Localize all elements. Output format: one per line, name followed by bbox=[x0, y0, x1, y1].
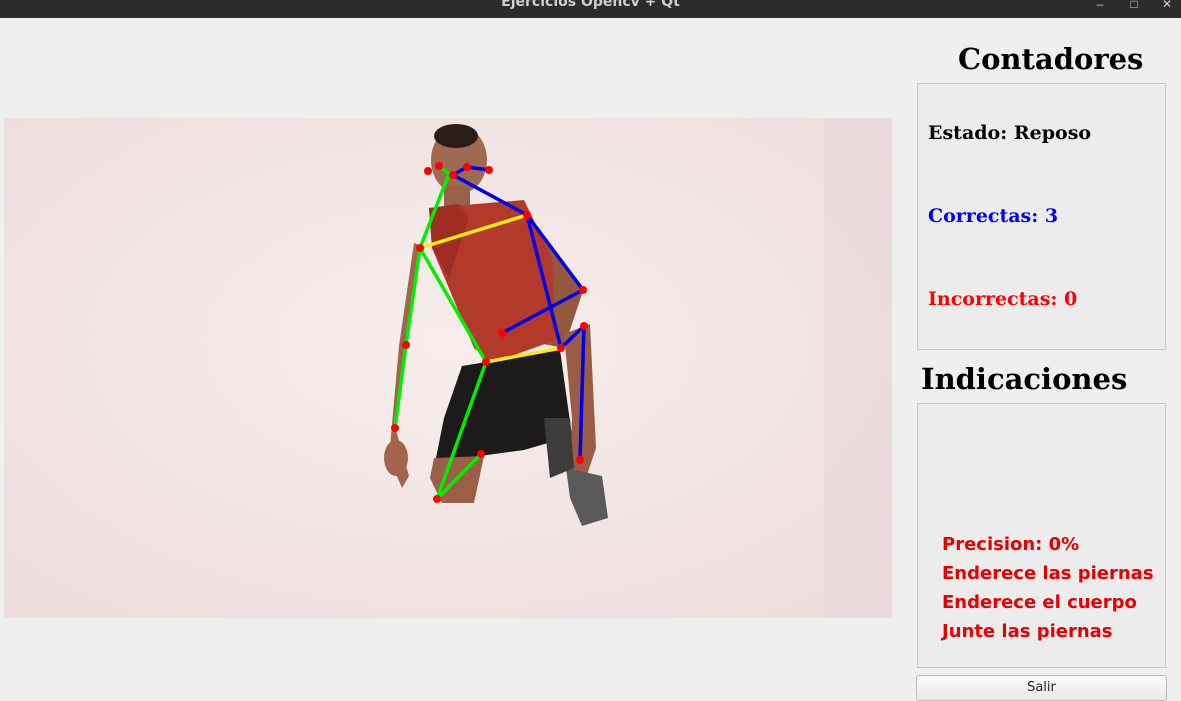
counters-panel: Estado: Reposo Correctas: 3 Incorrectas:… bbox=[917, 83, 1166, 350]
indication-line: Enderece las piernas bbox=[942, 563, 1154, 584]
exit-button[interactable]: Salir bbox=[916, 675, 1167, 701]
maximize-icon[interactable]: □ bbox=[1126, 0, 1142, 12]
correct-count-label: Correctas: 3 bbox=[928, 205, 1059, 227]
indications-panel: Precision: 0% Enderece las piernas Ender… bbox=[917, 403, 1166, 668]
pose-video-svg bbox=[4, 118, 892, 618]
indication-line: Enderece el cuerpo bbox=[942, 592, 1137, 613]
counters-heading: Contadores bbox=[958, 42, 1144, 76]
status-label: Estado: Reposo bbox=[928, 122, 1092, 144]
window-title: Ejercicios Opencv + Qt bbox=[501, 0, 680, 10]
title-bar: Ejercicios Opencv + Qt – □ ✕ bbox=[0, 0, 1181, 18]
precision-label: Precision: 0% bbox=[942, 534, 1080, 555]
minimize-icon[interactable]: – bbox=[1092, 0, 1108, 12]
indication-line: Junte las piernas bbox=[942, 621, 1113, 642]
video-frame bbox=[4, 118, 892, 618]
close-icon[interactable]: ✕ bbox=[1159, 0, 1175, 12]
incorrect-count-label: Incorrectas: 0 bbox=[928, 288, 1078, 310]
indications-heading: Indicaciones bbox=[921, 362, 1128, 396]
